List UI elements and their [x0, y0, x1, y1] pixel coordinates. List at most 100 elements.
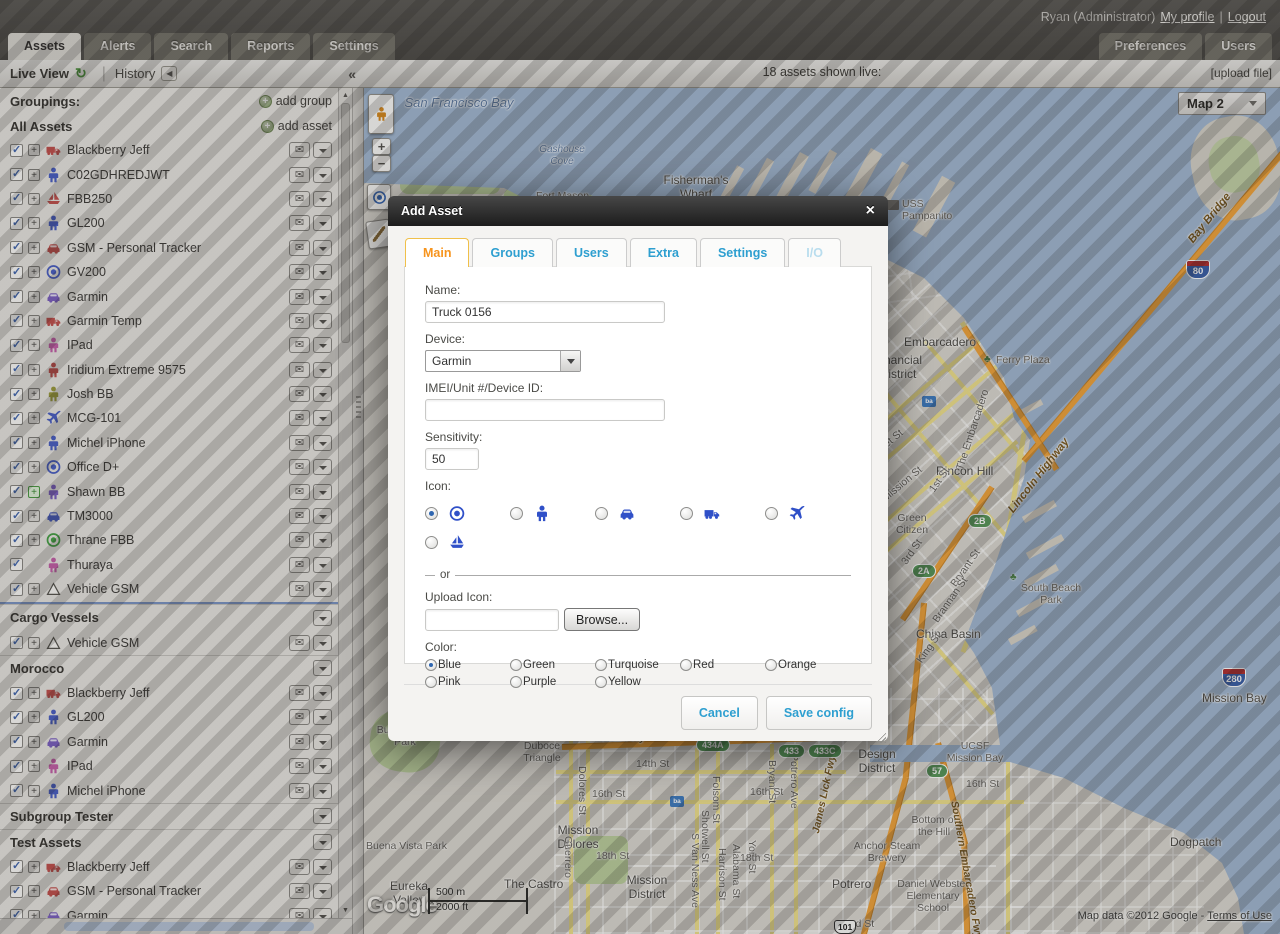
- asset-checkbox[interactable]: [10, 735, 23, 748]
- asset-checkbox[interactable]: [10, 534, 23, 547]
- message-icon[interactable]: [289, 215, 310, 231]
- expand-button[interactable]: [28, 510, 40, 522]
- icon-radio[interactable]: [595, 507, 608, 520]
- sidebar-horizontal-scrollbar[interactable]: [0, 918, 352, 934]
- group-label[interactable]: Morocco: [10, 661, 64, 676]
- expand-button[interactable]: [28, 885, 40, 897]
- asset-checkbox[interactable]: [10, 860, 23, 873]
- asset-checkbox[interactable]: [10, 388, 23, 401]
- asset-checkbox[interactable]: [10, 461, 23, 474]
- message-icon[interactable]: [289, 191, 310, 207]
- message-icon[interactable]: [289, 459, 310, 475]
- dialog-titlebar[interactable]: Add Asset ×: [388, 196, 888, 226]
- group-label[interactable]: All Assets: [10, 119, 72, 134]
- row-menu-icon[interactable]: [313, 635, 332, 651]
- color-radio[interactable]: [510, 676, 522, 688]
- asset-name[interactable]: Shawn BB: [67, 485, 125, 499]
- asset-name[interactable]: Michel iPhone: [67, 436, 146, 450]
- expand-button[interactable]: [28, 437, 40, 449]
- group-label[interactable]: Test Assets: [10, 835, 82, 850]
- row-menu-icon[interactable]: [313, 685, 332, 701]
- expand-button[interactable]: [28, 217, 40, 229]
- message-icon[interactable]: [289, 883, 310, 899]
- nav-tab[interactable]: Users: [1205, 33, 1272, 60]
- expand-button[interactable]: [28, 785, 40, 797]
- asset-name[interactable]: GV200: [67, 265, 106, 279]
- scroll-down-icon[interactable]: ▼: [339, 904, 352, 917]
- asset-name[interactable]: Blackberry Jeff: [67, 686, 149, 700]
- sensitivity-input[interactable]: [425, 448, 479, 470]
- row-menu-icon[interactable]: [313, 191, 332, 207]
- row-menu-icon[interactable]: [313, 709, 332, 725]
- asset-name[interactable]: Blackberry Jeff: [67, 860, 149, 874]
- row-menu-icon[interactable]: [313, 734, 332, 750]
- message-icon[interactable]: [289, 410, 310, 426]
- dialog-tab[interactable]: Users: [556, 238, 627, 267]
- color-option[interactable]: Blue: [425, 659, 510, 671]
- message-icon[interactable]: [289, 289, 310, 305]
- resize-grip[interactable]: [873, 730, 886, 743]
- asset-name[interactable]: GL200: [67, 710, 105, 724]
- row-menu-icon[interactable]: [313, 508, 332, 524]
- message-icon[interactable]: [289, 362, 310, 378]
- expand-button[interactable]: [28, 193, 40, 205]
- history-back-icon[interactable]: ◀: [161, 66, 177, 81]
- expand-button[interactable]: [28, 315, 40, 327]
- message-icon[interactable]: [289, 709, 310, 725]
- nav-tab[interactable]: Settings: [313, 33, 394, 60]
- sidebar-vertical-scrollbar[interactable]: ▲ ▼: [338, 88, 352, 918]
- asset-checkbox[interactable]: [10, 636, 23, 649]
- icon-option[interactable]: [595, 505, 680, 522]
- color-radio[interactable]: [595, 659, 607, 671]
- zoom-out-button[interactable]: −: [372, 155, 391, 172]
- asset-checkbox[interactable]: [10, 711, 23, 724]
- expand-button[interactable]: [28, 242, 40, 254]
- message-icon[interactable]: [289, 435, 310, 451]
- expand-button[interactable]: [28, 169, 40, 181]
- asset-name[interactable]: Garmin: [67, 290, 108, 304]
- color-option[interactable]: Yellow: [595, 676, 680, 688]
- expand-button[interactable]: [28, 637, 40, 649]
- my-profile-link[interactable]: My profile: [1160, 10, 1214, 24]
- nav-tab[interactable]: Assets: [8, 33, 81, 60]
- color-radio[interactable]: [595, 676, 607, 688]
- asset-checkbox[interactable]: [10, 217, 23, 230]
- message-icon[interactable]: [289, 859, 310, 875]
- color-option[interactable]: Orange: [765, 659, 850, 671]
- message-icon[interactable]: [289, 142, 310, 158]
- asset-checkbox[interactable]: [10, 909, 23, 918]
- icon-option[interactable]: [680, 505, 765, 522]
- group-menu-icon[interactable]: [313, 660, 332, 676]
- row-menu-icon[interactable]: [313, 783, 332, 799]
- message-icon[interactable]: [289, 313, 310, 329]
- group-menu-icon[interactable]: [313, 808, 332, 824]
- color-radio[interactable]: [425, 659, 437, 671]
- row-menu-icon[interactable]: [313, 435, 332, 451]
- expand-button[interactable]: [28, 339, 40, 351]
- upload-icon-input[interactable]: [425, 609, 559, 631]
- asset-name[interactable]: Blackberry Jeff: [67, 143, 149, 157]
- expand-button[interactable]: [28, 412, 40, 424]
- icon-radio[interactable]: [680, 507, 693, 520]
- row-menu-icon[interactable]: [313, 484, 332, 500]
- upload-file-link[interactable]: [upload file]: [1211, 66, 1272, 80]
- asset-name[interactable]: C02GDHREDJWT: [67, 168, 170, 182]
- color-radio[interactable]: [680, 659, 692, 671]
- add-group-link[interactable]: add group: [259, 94, 332, 108]
- row-menu-icon[interactable]: [313, 337, 332, 353]
- group-menu-icon[interactable]: [313, 834, 332, 850]
- asset-name[interactable]: Vehicle GSM: [67, 636, 139, 650]
- asset-name[interactable]: GSM - Personal Tracker: [67, 884, 201, 898]
- group-menu-icon[interactable]: [313, 610, 332, 626]
- expand-button[interactable]: [28, 687, 40, 699]
- message-icon[interactable]: [289, 508, 310, 524]
- asset-checkbox[interactable]: [10, 363, 23, 376]
- color-radio[interactable]: [510, 659, 522, 671]
- expand-button[interactable]: [28, 461, 40, 473]
- message-icon[interactable]: [289, 783, 310, 799]
- asset-checkbox[interactable]: [10, 241, 23, 254]
- asset-checkbox[interactable]: [10, 144, 23, 157]
- name-input[interactable]: [425, 301, 665, 323]
- message-icon[interactable]: [289, 484, 310, 500]
- asset-name[interactable]: Michel iPhone: [67, 784, 146, 798]
